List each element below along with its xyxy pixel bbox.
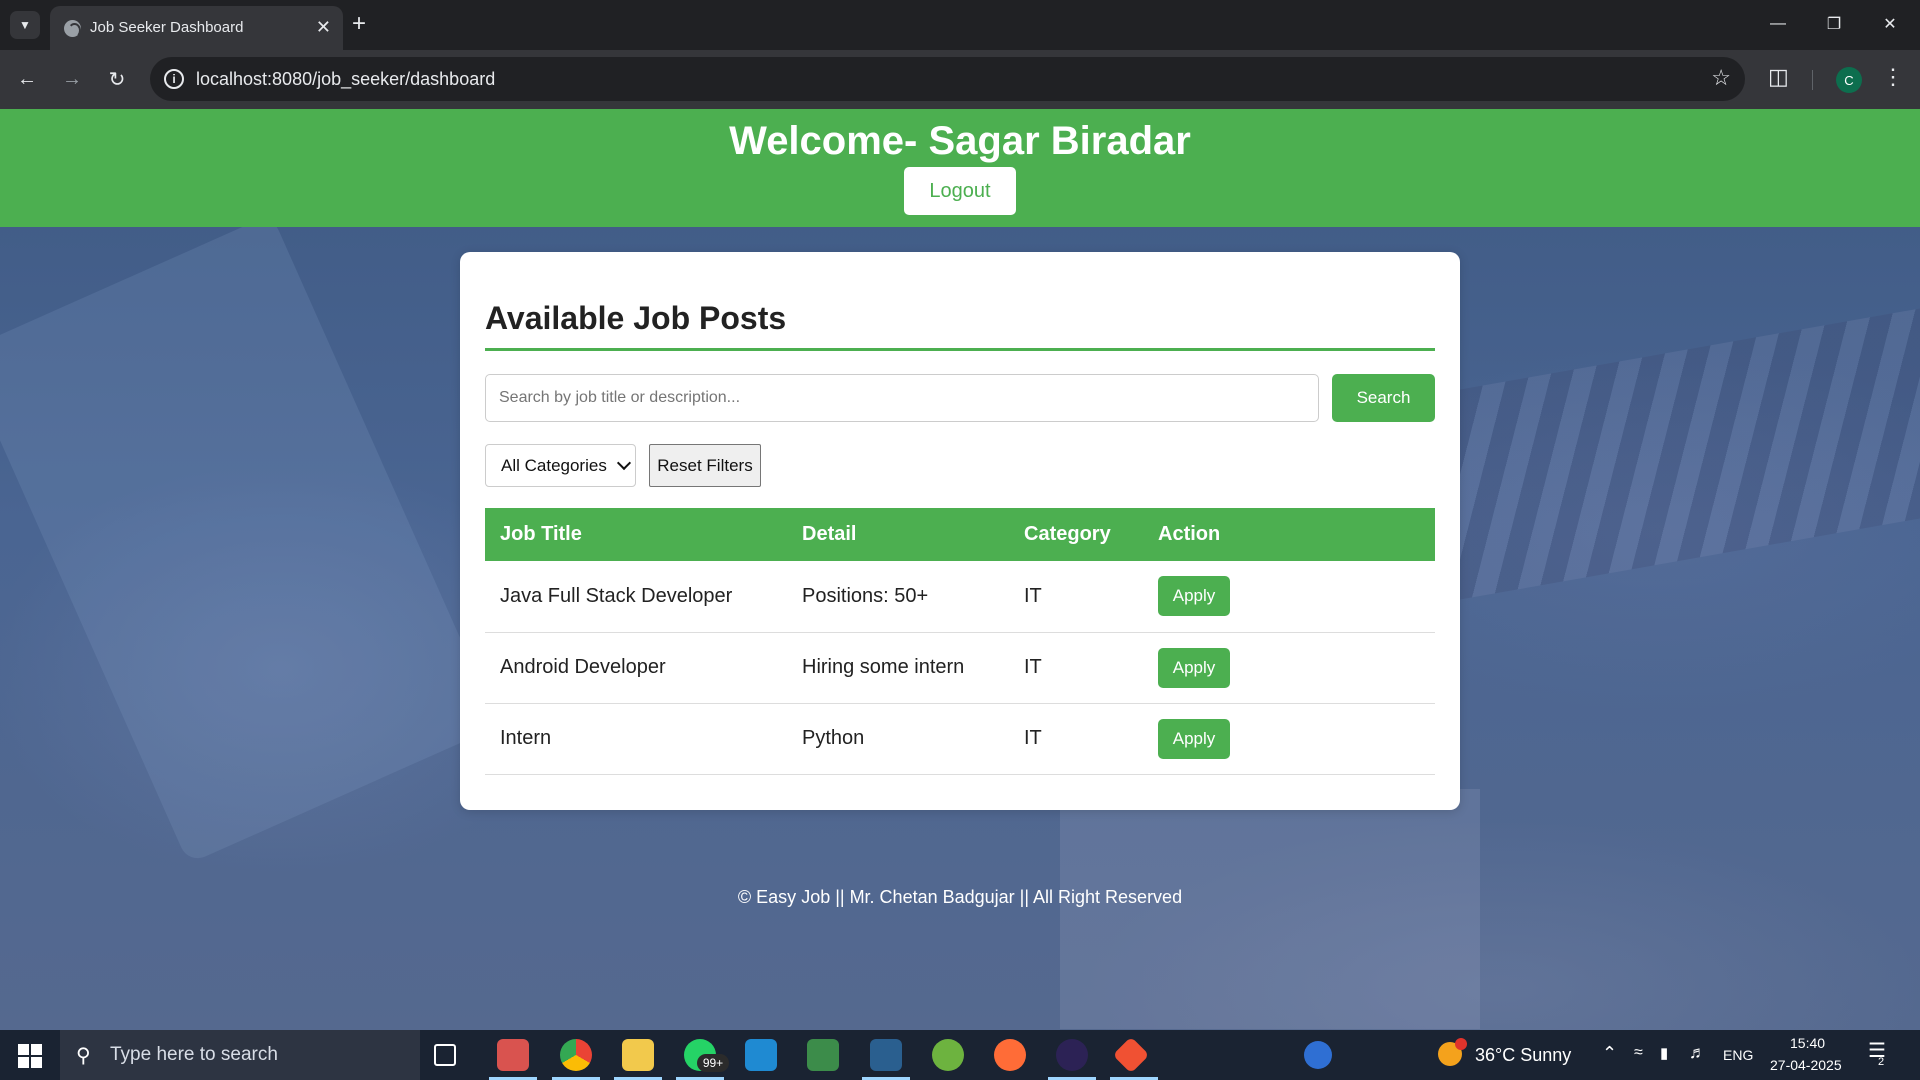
table-row: Intern Python IT Apply <box>485 703 1435 775</box>
title-divider <box>485 348 1435 351</box>
tab-search-chevron-icon[interactable]: ▼ <box>10 11 40 39</box>
toolbar-divider <box>1812 70 1813 90</box>
column-header-category: Category <box>1009 508 1143 561</box>
close-tab-icon[interactable]: ✕ <box>316 16 331 38</box>
globe-icon <box>64 20 81 38</box>
clock-date[interactable]: 27-04-2025 <box>1770 1057 1842 1073</box>
new-tab-icon[interactable]: + <box>352 9 366 39</box>
background-photo-books <box>1460 308 1920 600</box>
network-icon[interactable]: ≈ <box>1634 1044 1643 1062</box>
language-indicator[interactable]: ENG <box>1723 1047 1753 1063</box>
search-button[interactable]: Search <box>1332 374 1435 422</box>
page-header: Welcome- Sagar Biradar Logout <box>0 109 1920 227</box>
page-footer: © Easy Job || Mr. Chetan Badgujar || All… <box>737 887 1183 907</box>
url-text: localhost:8080/job_seeker/dashboard <box>196 69 496 89</box>
eclipse-icon[interactable] <box>1056 1039 1088 1071</box>
reload-icon[interactable]: ↻ <box>102 64 132 94</box>
notepad-app-icon[interactable] <box>807 1039 839 1071</box>
taskbar-search-box[interactable]: ⚲ Type here to search <box>60 1030 420 1080</box>
welcome-heading: Welcome- Sagar Biradar <box>729 119 1191 163</box>
site-info-icon[interactable]: i <box>164 69 184 89</box>
category-select[interactable]: All Categories <box>485 444 636 487</box>
forward-icon[interactable]: → <box>57 64 87 94</box>
spring-tool-icon[interactable] <box>932 1039 964 1071</box>
back-icon[interactable]: ← <box>12 64 42 94</box>
address-bar[interactable]: i localhost:8080/job_seeker/dashboard ☆ <box>150 57 1745 101</box>
volume-icon[interactable]: ♬ <box>1689 1043 1706 1063</box>
battery-icon[interactable]: ▮ <box>1660 1044 1668 1062</box>
chrome-app-icon[interactable] <box>560 1039 592 1071</box>
search-input[interactable] <box>485 374 1319 422</box>
table-row: Java Full Stack Developer Positions: 50+… <box>485 561 1435 633</box>
window-close-icon[interactable]: ✕ <box>1870 8 1910 40</box>
job-title-cell: Java Full Stack Developer <box>485 561 787 633</box>
job-detail-cell: Hiring some intern <box>787 632 1009 704</box>
bookmark-star-icon[interactable]: ☆ <box>1711 65 1731 91</box>
job-detail-cell: Python <box>787 703 1009 775</box>
column-header-detail: Detail <box>787 508 1009 561</box>
help-icon[interactable] <box>1304 1041 1332 1069</box>
menu-kebab-icon[interactable]: ⋮ <box>1882 64 1904 90</box>
apply-button[interactable]: Apply <box>1158 718 1230 759</box>
job-action-cell: Apply <box>1143 703 1435 775</box>
browser-tab[interactable]: Job Seeker Dashboard ✕ <box>50 6 343 50</box>
paint-app-icon[interactable] <box>497 1039 529 1071</box>
task-view-icon[interactable] <box>434 1044 456 1066</box>
windows-taskbar: ⚲ Type here to search ☰ 2 <box>0 1030 1920 1080</box>
background-photo-papers <box>1060 789 1480 1029</box>
job-title-cell: Android Developer <box>485 632 787 704</box>
notification-count: 2 <box>1878 1056 1885 1068</box>
mysql-workbench-icon[interactable] <box>870 1039 902 1071</box>
vscode-icon[interactable] <box>745 1039 777 1071</box>
job-category-cell: IT <box>1009 561 1143 633</box>
apply-button[interactable]: Apply <box>1158 647 1230 688</box>
category-selected-value: All Categories <box>501 456 607 475</box>
whatsapp-unread-badge: 99+ <box>697 1054 729 1072</box>
windows-start-icon[interactable] <box>18 1044 42 1068</box>
extensions-icon[interactable]: ◫ <box>1768 64 1794 94</box>
reset-filters-button[interactable]: Reset Filters <box>649 444 761 487</box>
search-icon: ⚲ <box>76 1045 91 1067</box>
logout-button[interactable]: Logout <box>904 167 1016 215</box>
minimize-icon[interactable]: — <box>1758 8 1798 40</box>
restore-icon[interactable]: ❐ <box>1814 8 1854 40</box>
browser-toolbar: ← → ↻ i localhost:8080/job_seeker/dashbo… <box>0 50 1920 109</box>
git-app-icon[interactable] <box>1112 1036 1150 1074</box>
job-action-cell: Apply <box>1143 632 1435 704</box>
browser-tabbar: ▼ Job Seeker Dashboard ✕ + — ❐ ✕ <box>0 0 1920 50</box>
background-photo-ipod <box>0 214 500 864</box>
taskbar-search-placeholder: Type here to search <box>110 1044 278 1065</box>
chevron-down-icon <box>616 455 632 471</box>
tab-title: Job Seeker Dashboard <box>90 19 244 36</box>
apply-button[interactable]: Apply <box>1158 576 1230 617</box>
postman-icon[interactable] <box>994 1039 1026 1071</box>
job-category-cell: IT <box>1009 632 1143 704</box>
job-detail-cell: Positions: 50+ <box>787 561 1009 633</box>
column-header-job-title: Job Title <box>485 508 787 561</box>
job-action-cell: Apply <box>1143 561 1435 633</box>
job-title-cell: Intern <box>485 703 787 775</box>
column-header-action: Action <box>1143 508 1435 561</box>
show-hidden-icons-chevron-icon[interactable]: ⌃ <box>1602 1043 1617 1064</box>
page-title: Available Job Posts <box>485 300 787 336</box>
table-header-row: Job Title Detail Category Action <box>485 508 1435 561</box>
job-posts-card: Available Job Posts Search All Categorie… <box>460 252 1460 810</box>
page-viewport: Welcome- Sagar Biradar Logout Available … <box>0 109 1920 1030</box>
weather-text[interactable]: 36°C Sunny <box>1475 1045 1571 1066</box>
table-row: Android Developer Hiring some intern IT … <box>485 632 1435 704</box>
weather-alert-dot <box>1455 1038 1467 1050</box>
file-explorer-icon[interactable] <box>622 1039 654 1071</box>
job-posts-table: Job Title Detail Category Action Java Fu… <box>485 508 1435 775</box>
job-category-cell: IT <box>1009 703 1143 775</box>
clock-time[interactable]: 15:40 <box>1790 1035 1825 1051</box>
profile-avatar[interactable]: C <box>1836 67 1862 93</box>
